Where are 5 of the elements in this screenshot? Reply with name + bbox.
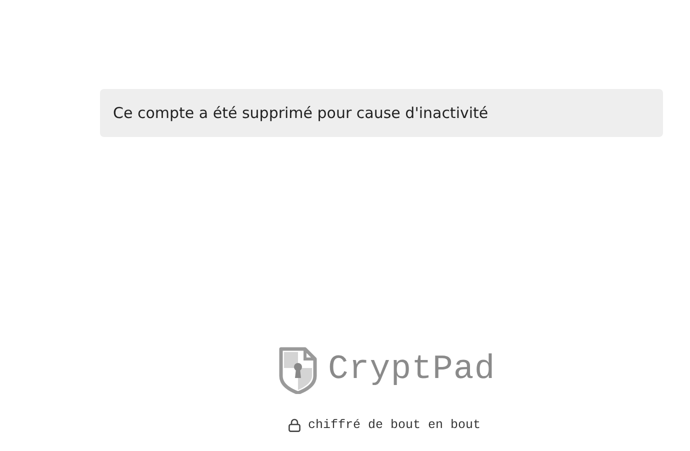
- status-message: Ce compte a été supprimé pour cause d'inactivité: [113, 102, 488, 124]
- lock-icon: [288, 418, 301, 432]
- shield-logo-icon: [278, 346, 318, 394]
- encryption-note: chiffré de bout en bout: [308, 417, 481, 434]
- brand-name: CryptPad: [328, 353, 496, 387]
